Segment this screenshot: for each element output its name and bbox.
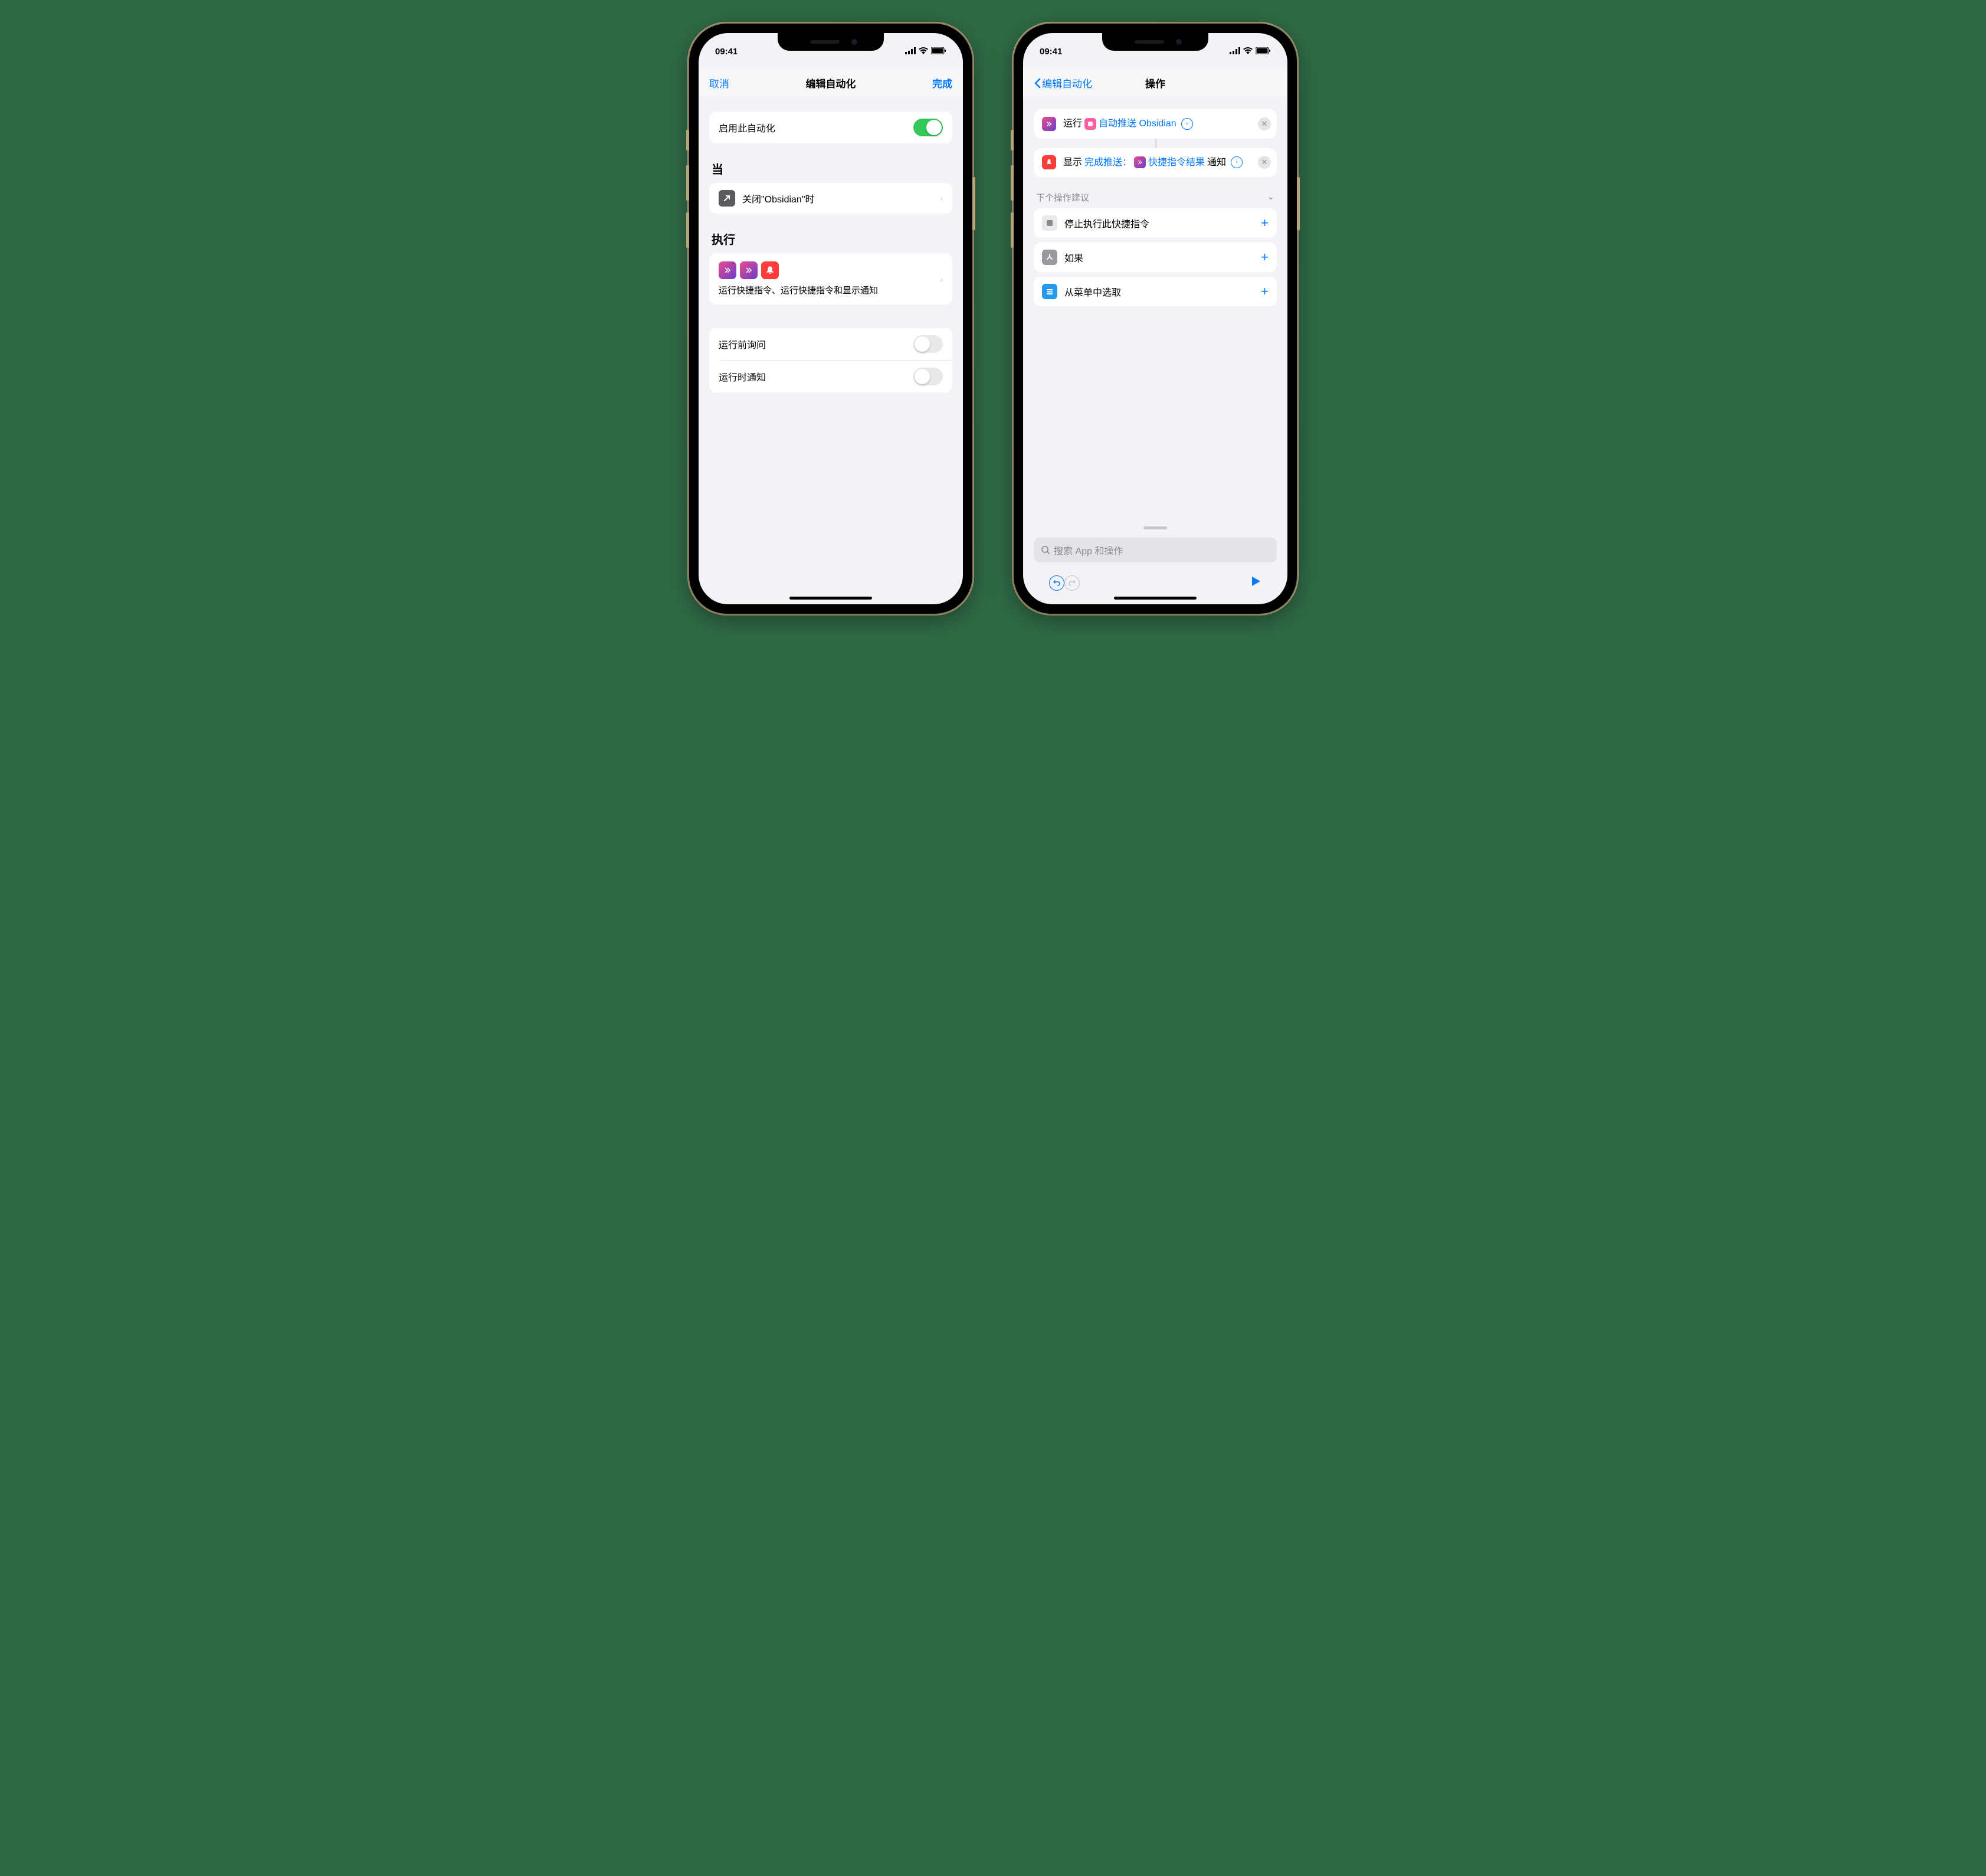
suggestion-label: 如果 <box>1064 250 1261 264</box>
shortcuts-icon <box>1042 117 1056 131</box>
action-verb: 显示 <box>1063 155 1082 171</box>
ask-before-label: 运行前询问 <box>719 337 913 351</box>
drawer-handle[interactable] <box>1143 526 1167 529</box>
cancel-button[interactable]: 取消 <box>709 76 729 90</box>
search-icon <box>1041 545 1050 555</box>
ask-before-toggle[interactable] <box>913 335 943 353</box>
action-suffix: 通知 <box>1207 155 1226 171</box>
delete-action-button[interactable]: ✕ <box>1258 117 1271 130</box>
suggestion-menu[interactable]: 从菜单中选取 + <box>1034 277 1277 306</box>
back-button[interactable]: 编辑自动化 <box>1034 76 1092 90</box>
shortcut-name-param[interactable]: 自动推送 Obsidian <box>1099 116 1176 132</box>
app-open-icon <box>719 190 735 207</box>
add-icon[interactable]: + <box>1261 250 1269 265</box>
home-indicator <box>1114 597 1197 600</box>
nav-bar: 取消 编辑自动化 完成 <box>699 68 963 97</box>
suggestion-label: 从菜单中选取 <box>1064 284 1261 299</box>
stop-icon <box>1042 215 1057 231</box>
phone-left: 09:41 取消 编辑自动化 完成 <box>689 24 972 614</box>
bottom-toolbar <box>1034 567 1277 591</box>
suggestion-label: 停止执行此快捷指令 <box>1064 216 1261 230</box>
do-actions-row[interactable]: 运行快捷指令、运行快捷指令和显示通知 › <box>709 253 952 305</box>
magic-var-icon <box>1134 156 1146 168</box>
run-button[interactable] <box>1251 575 1261 591</box>
notch <box>778 33 884 51</box>
add-icon[interactable]: + <box>1261 215 1269 231</box>
search-placeholder: 搜索 App 和操作 <box>1054 543 1123 557</box>
suggestions-header[interactable]: 下个操作建议 ⌄ <box>1034 186 1277 208</box>
status-time: 09:41 <box>715 47 738 57</box>
ask-before-row: 运行前询问 <box>709 328 952 360</box>
notification-text-param[interactable]: 完成推送： <box>1084 155 1132 171</box>
wifi-icon <box>919 47 928 57</box>
signal-icon <box>905 47 916 57</box>
nav-title: 操作 <box>1145 76 1165 90</box>
branch-icon <box>1042 250 1057 265</box>
add-icon[interactable]: + <box>1261 284 1269 299</box>
shortcuts-icon <box>740 261 758 279</box>
notification-icon <box>761 261 779 279</box>
search-input[interactable]: 搜索 App 和操作 <box>1034 538 1277 562</box>
notification-icon <box>1042 155 1056 169</box>
enable-automation-row: 启用此自动化 <box>709 112 952 143</box>
signal-icon <box>1230 47 1240 57</box>
when-trigger-text: 关闭"Obsidian"时 <box>742 191 940 205</box>
enable-toggle[interactable] <box>913 119 943 136</box>
undo-button[interactable] <box>1049 575 1064 591</box>
do-description: 运行快捷指令、运行快捷指令和显示通知 <box>719 284 940 296</box>
shortcut-target-icon <box>1084 118 1096 130</box>
action-run-shortcut[interactable]: 运行 自动推送 Obsidian › ✕ <box>1034 109 1277 139</box>
result-variable[interactable]: 快捷指令结果 <box>1148 155 1205 171</box>
expand-icon[interactable]: › <box>1181 118 1193 130</box>
home-indicator <box>789 597 872 600</box>
done-button[interactable]: 完成 <box>932 76 952 90</box>
status-time: 09:41 <box>1040 47 1062 57</box>
nav-bar: 编辑自动化 操作 <box>1023 68 1287 97</box>
enable-label: 启用此自动化 <box>719 120 913 135</box>
notify-toggle[interactable] <box>913 368 943 385</box>
do-header: 执行 <box>712 230 950 247</box>
expand-icon[interactable]: › <box>1231 156 1243 168</box>
redo-button[interactable] <box>1064 575 1080 591</box>
action-verb: 运行 <box>1063 116 1082 132</box>
suggestion-if[interactable]: 如果 + <box>1034 243 1277 272</box>
chevron-right-icon: › <box>940 194 943 203</box>
notch <box>1102 33 1208 51</box>
action-show-notification[interactable]: 显示 完成推送： 快捷指令结果 通知 › ✕ <box>1034 148 1277 178</box>
suggestion-stop[interactable]: 停止执行此快捷指令 + <box>1034 208 1277 238</box>
shortcuts-icon <box>719 261 736 279</box>
battery-icon <box>931 47 946 57</box>
menu-icon <box>1042 284 1057 299</box>
delete-action-button[interactable]: ✕ <box>1258 156 1271 169</box>
wifi-icon <box>1243 47 1253 57</box>
battery-icon <box>1256 47 1271 57</box>
chevron-right-icon: › <box>940 274 943 284</box>
chevron-left-icon <box>1034 78 1041 89</box>
notify-label: 运行时通知 <box>719 369 913 384</box>
notify-row: 运行时通知 <box>709 361 952 392</box>
when-header: 当 <box>712 160 950 177</box>
phone-right: 09:41 编辑自动化 操作 <box>1014 24 1297 614</box>
nav-title: 编辑自动化 <box>806 76 856 90</box>
when-trigger-row[interactable]: 关闭"Obsidian"时 › <box>709 183 952 214</box>
chevron-down-icon: ⌄ <box>1267 191 1274 204</box>
